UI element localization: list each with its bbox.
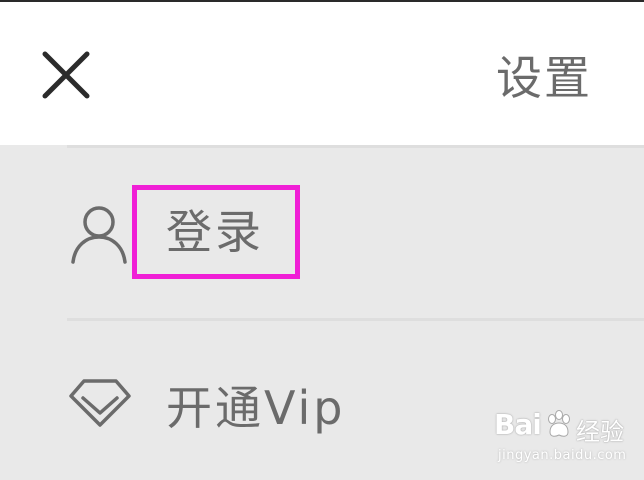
diamond-icon [69, 379, 131, 427]
top-bar: 设置 [0, 0, 644, 145]
close-icon [42, 51, 90, 99]
user-icon [71, 206, 127, 264]
menu-item-vip[interactable]: 开通Vip [0, 320, 644, 480]
vip-label: 开通Vip [166, 381, 346, 435]
page-title: 设置 [496, 51, 592, 105]
menu-item-login[interactable]: 登录 [0, 148, 644, 318]
close-button[interactable] [40, 49, 92, 101]
highlight-annotation [132, 185, 300, 279]
